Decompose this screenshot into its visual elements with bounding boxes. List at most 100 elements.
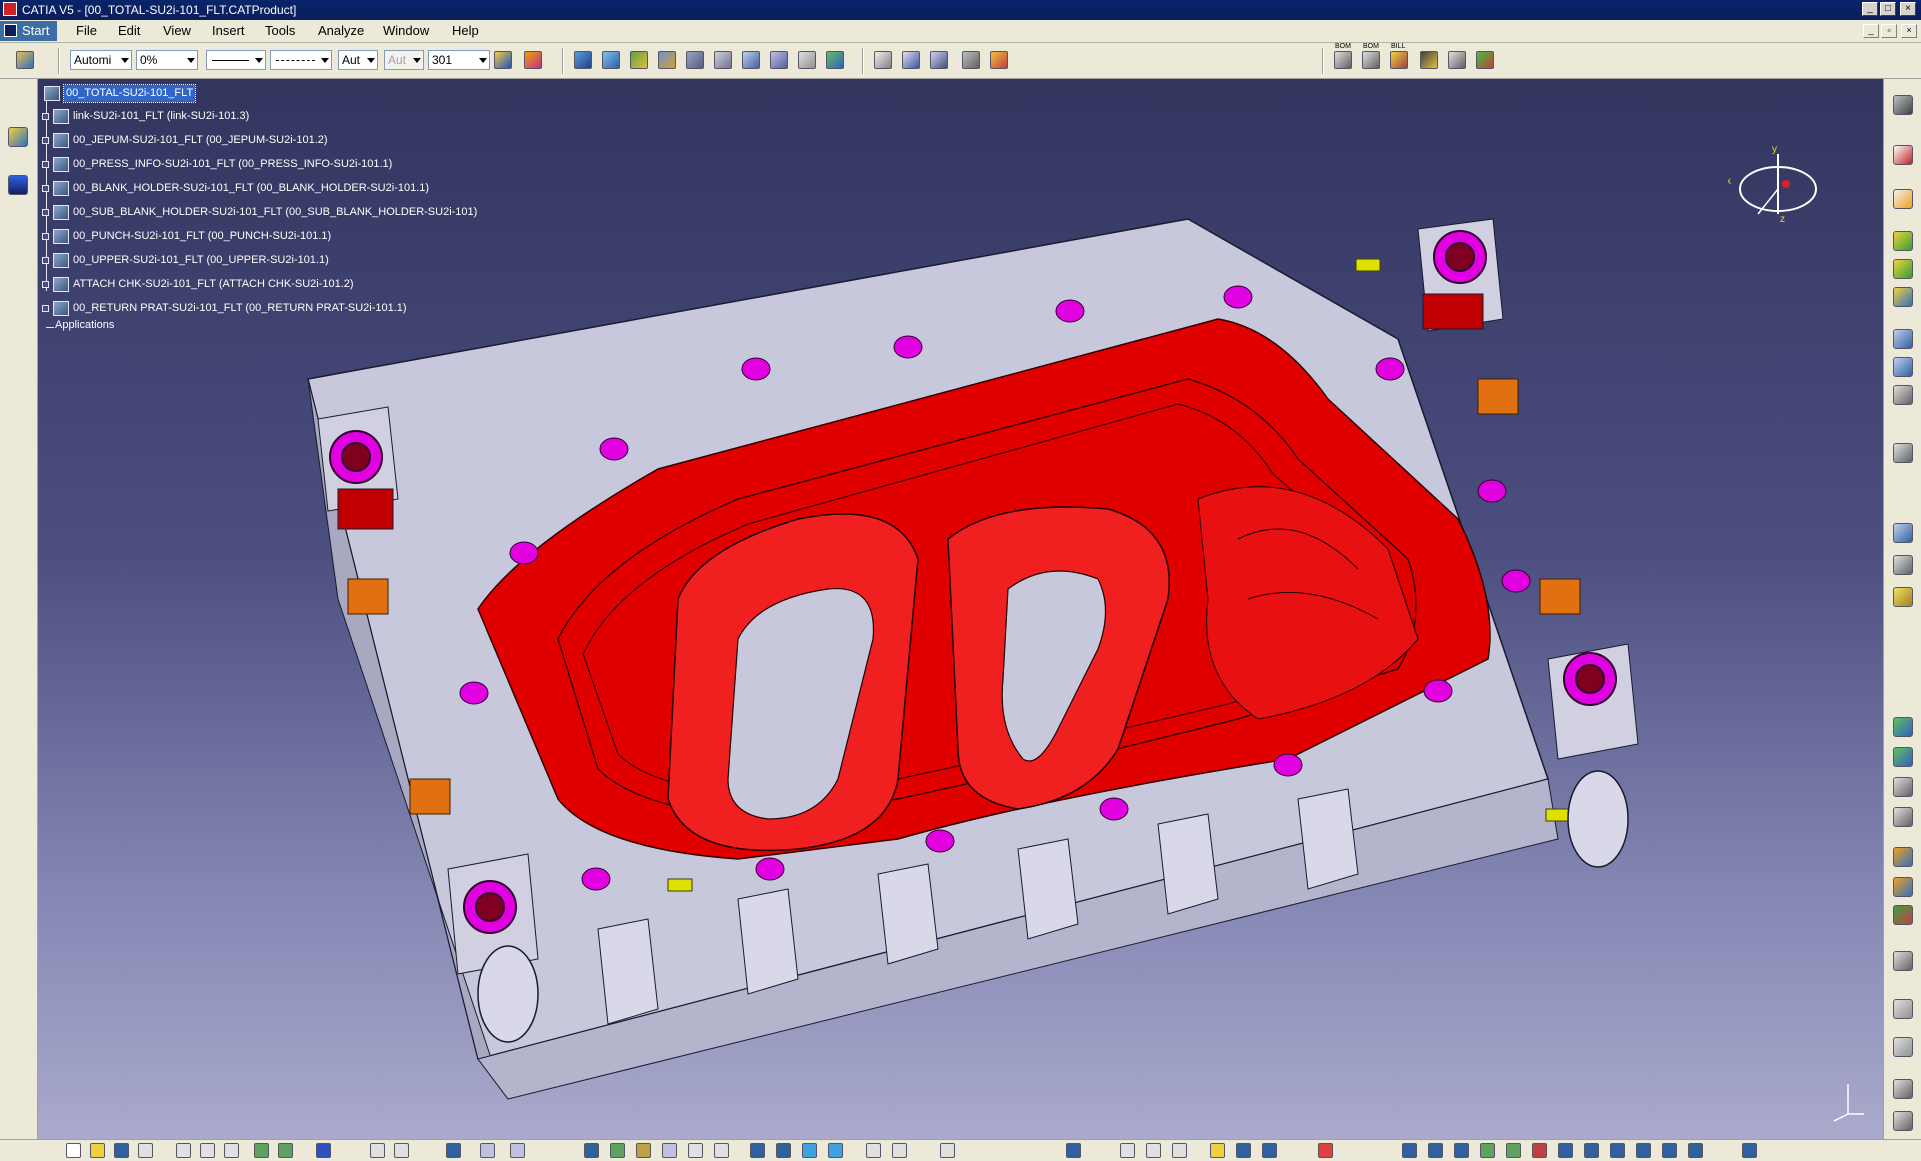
fast-multi-instance-icon[interactable] xyxy=(1893,523,1913,543)
iso-view-icon[interactable] xyxy=(776,1143,791,1158)
texture-icon[interactable] xyxy=(1236,1143,1251,1158)
insert-component-icon[interactable] xyxy=(1893,231,1913,251)
menu-file[interactable]: File xyxy=(76,21,97,41)
shading-icon[interactable] xyxy=(802,1143,817,1158)
number-combo[interactable]: 301 xyxy=(428,50,490,70)
fly-mode-icon[interactable] xyxy=(574,51,592,69)
rotate-icon[interactable] xyxy=(658,51,676,69)
snap-icon[interactable] xyxy=(1893,717,1913,737)
pen-icon[interactable] xyxy=(1742,1143,1757,1158)
linestyle-combo[interactable] xyxy=(270,50,332,70)
3d-viewport[interactable]: 00_TOTAL-SU2i-101_FLT link-SU2i-101_FLT … xyxy=(38,79,1883,1139)
update-icon[interactable] xyxy=(1893,1111,1913,1131)
fix-together-icon[interactable] xyxy=(1893,1037,1913,1057)
axis-system-icon[interactable] xyxy=(940,1143,955,1158)
measure-between-icon[interactable] xyxy=(874,51,892,69)
angle-icon[interactable] xyxy=(1893,951,1913,971)
distance-icon[interactable] xyxy=(1558,1143,1573,1158)
painter-icon[interactable] xyxy=(494,51,512,69)
pan-view-icon[interactable] xyxy=(636,1143,651,1158)
redo-icon[interactable] xyxy=(278,1143,293,1158)
tree-expand-button[interactable] xyxy=(42,113,49,120)
zoom-in-view-icon[interactable] xyxy=(688,1143,703,1158)
menu-view[interactable]: View xyxy=(163,21,191,41)
new-document-icon[interactable] xyxy=(66,1143,81,1158)
tree-expand-button[interactable] xyxy=(42,233,49,240)
tools-icon[interactable] xyxy=(1476,51,1494,69)
photo-icon[interactable] xyxy=(510,1143,525,1158)
table-icon[interactable] xyxy=(446,1143,461,1158)
fix-icon[interactable] xyxy=(1893,999,1913,1019)
contact-icon[interactable] xyxy=(1893,877,1913,897)
update-all-icon[interactable] xyxy=(1120,1143,1135,1158)
section-analysis-icon[interactable] xyxy=(1584,1143,1599,1158)
menu-analyze[interactable]: Analyze xyxy=(318,21,364,41)
fit-all-icon[interactable] xyxy=(602,51,620,69)
plane-icon[interactable] xyxy=(8,175,28,195)
tree-expand-button[interactable] xyxy=(42,209,49,216)
tree-expand-button[interactable] xyxy=(42,257,49,264)
product-structure-tool-icon[interactable] xyxy=(16,51,34,69)
constraint-icon[interactable] xyxy=(1428,1143,1443,1158)
move-icon[interactable] xyxy=(1454,1143,1469,1158)
light-icon[interactable] xyxy=(1262,1143,1277,1158)
clash-analysis-icon[interactable] xyxy=(1532,1143,1547,1158)
close-button[interactable]: × xyxy=(1900,2,1916,16)
hide-show-icon[interactable] xyxy=(866,1143,881,1158)
multi-instance-icon[interactable] xyxy=(1893,443,1913,463)
edges-icon[interactable] xyxy=(828,1143,843,1158)
open-icon[interactable] xyxy=(90,1143,105,1158)
new-product-icon[interactable] xyxy=(1893,287,1913,307)
doc-close-button[interactable]: × xyxy=(1901,24,1917,38)
report-icon[interactable] xyxy=(1662,1143,1677,1158)
zoom-in-icon[interactable] xyxy=(686,51,704,69)
grid-icon[interactable] xyxy=(1448,51,1466,69)
check-icon[interactable] xyxy=(1480,1143,1495,1158)
paste-icon[interactable] xyxy=(224,1143,239,1158)
bom-icon[interactable] xyxy=(1334,51,1352,69)
weight-combo[interactable]: Aut xyxy=(338,50,378,70)
reorder-icon[interactable] xyxy=(1893,555,1913,575)
bom-table-icon[interactable] xyxy=(1362,51,1380,69)
rotate-view-icon[interactable] xyxy=(662,1143,677,1158)
normal-icon[interactable] xyxy=(750,1143,765,1158)
help-icon[interactable] xyxy=(316,1143,331,1158)
offset-icon[interactable] xyxy=(1893,905,1913,925)
graph-tree-icon[interactable] xyxy=(1893,385,1913,405)
numbering-icon[interactable] xyxy=(1893,587,1913,607)
assembly-icon[interactable] xyxy=(1402,1143,1417,1158)
menu-edit[interactable]: Edit xyxy=(118,21,140,41)
macro-icon[interactable] xyxy=(394,1143,409,1158)
grid-snap-icon[interactable] xyxy=(1318,1143,1333,1158)
save-icon[interactable] xyxy=(114,1143,129,1158)
doc-restore-button[interactable]: ▫ xyxy=(1881,24,1897,38)
formula-icon[interactable] xyxy=(370,1143,385,1158)
tree-expand-button[interactable] xyxy=(42,137,49,144)
settings-icon[interactable] xyxy=(1172,1143,1187,1158)
transparency-combo[interactable]: Automi xyxy=(70,50,132,70)
linetype-combo[interactable] xyxy=(206,50,266,70)
tree-expand-button[interactable] xyxy=(42,161,49,168)
pdf-icon[interactable] xyxy=(1893,145,1913,165)
coincidence-icon[interactable] xyxy=(1893,847,1913,867)
undo-icon[interactable] xyxy=(254,1143,269,1158)
compare-icon[interactable] xyxy=(1610,1143,1625,1158)
color-brush-icon[interactable] xyxy=(524,51,542,69)
cut-icon[interactable] xyxy=(176,1143,191,1158)
steering-icon[interactable] xyxy=(1893,95,1913,115)
manipulation-icon[interactable] xyxy=(1893,807,1913,827)
create-multi-view-icon[interactable] xyxy=(770,51,788,69)
menu-tools[interactable]: Tools xyxy=(265,21,295,41)
annotate-icon[interactable] xyxy=(1636,1143,1651,1158)
start-menu[interactable]: Start xyxy=(0,21,58,41)
catia-app-icon[interactable] xyxy=(3,2,17,16)
menu-insert[interactable]: Insert xyxy=(212,21,245,41)
tree-expand-button[interactable] xyxy=(42,185,49,192)
menu-help[interactable]: Help xyxy=(452,21,479,41)
minimize-button[interactable]: _ xyxy=(1862,2,1878,16)
normal-view-icon[interactable] xyxy=(742,51,760,69)
fit-icon[interactable] xyxy=(610,1143,625,1158)
clash-icon[interactable] xyxy=(990,51,1008,69)
knowledge-icon[interactable] xyxy=(480,1143,495,1158)
zoom-out-view-icon[interactable] xyxy=(714,1143,729,1158)
